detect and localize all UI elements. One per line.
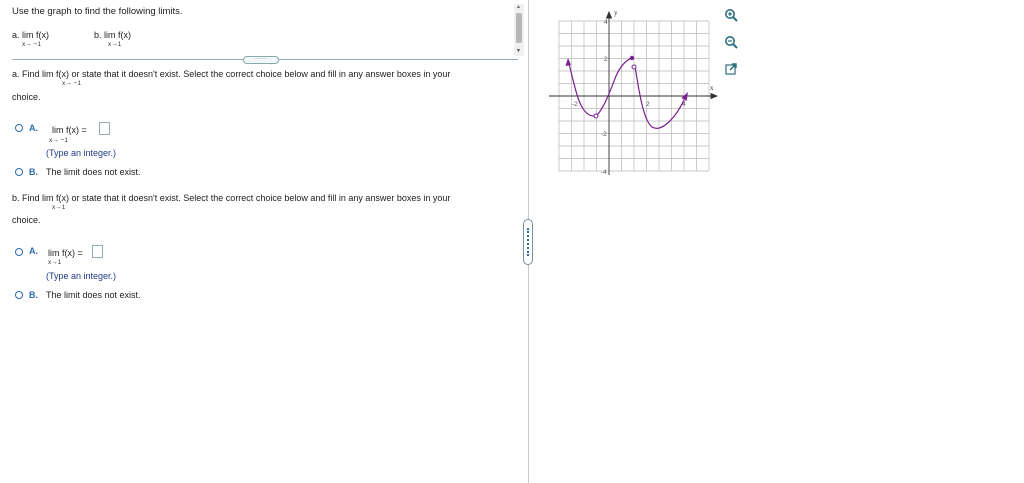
x-tick-neg2: -2 — [572, 101, 578, 108]
splitter-grip-icon — [527, 228, 531, 256]
graph-axes — [549, 10, 719, 175]
section-a-option-a-radio[interactable] — [15, 124, 23, 132]
section-b-option-b-text: The limit does not exist. — [46, 290, 141, 300]
question-prompt: Use the graph to find the following limi… — [12, 6, 183, 17]
section-a-option-b-text: The limit does not exist. — [46, 167, 141, 177]
y-tick-neg4: -4 — [601, 169, 607, 176]
expand-button[interactable]: ······ — [243, 56, 279, 64]
part-a-expression: lim f(x) — [22, 30, 50, 40]
part-b-expression: lim f(x) — [104, 30, 132, 40]
section-a-answer-box[interactable] — [99, 122, 110, 135]
part-b-subscript: x→1 — [108, 41, 122, 48]
section-a-option-b-radio[interactable] — [15, 168, 23, 176]
section-a-option-a-expression: lim f(x) = — [52, 125, 87, 135]
section-b-option-b-radio[interactable] — [15, 291, 23, 299]
closed-point — [629, 55, 635, 61]
section-b-option-a-subscript: x→1 — [48, 259, 62, 266]
scroll-down-icon[interactable]: ▼ — [516, 48, 521, 54]
section-b-choice-word: choice. — [12, 215, 41, 225]
open-point-right — [631, 64, 637, 70]
x-axis-label: x — [710, 84, 714, 92]
section-a-option-b-letter: B. — [29, 167, 38, 177]
part-a-heading: a. lim f(x) — [12, 30, 49, 40]
scroll-up-icon[interactable]: ▲ — [516, 4, 521, 10]
y-tick-neg2: -2 — [601, 131, 607, 138]
zoom-out-icon[interactable] — [724, 35, 738, 49]
x-tick-2: 2 — [646, 101, 650, 108]
y-tick-2: 2 — [604, 56, 608, 63]
curve-right-arrow-icon — [681, 92, 688, 101]
section-b-option-b-letter: B. — [29, 290, 38, 300]
zoom-in-icon[interactable] — [724, 8, 738, 22]
part-b-label: b. — [94, 30, 102, 40]
part-b-heading: b. lim f(x) — [94, 30, 131, 40]
section-b-subscript: x→1 — [52, 204, 66, 211]
part-a-subscript: x→ −1 — [22, 41, 41, 48]
splitter-handle[interactable] — [523, 219, 533, 265]
section-b-option-a-expression: lim f(x) = — [48, 248, 83, 258]
function-graph: y x 4 2 -2 -4 -2 2 4 — [549, 9, 719, 176]
section-a-subscript: x→ −1 — [62, 80, 81, 87]
curve-left-arrow-icon — [565, 58, 571, 66]
section-b-answer-hint: (Type an integer.) — [46, 271, 117, 281]
part-a-label: a. — [12, 30, 20, 40]
section-b-option-a-radio[interactable] — [15, 248, 23, 256]
section-a-question: a. Find lim f(x) or state that it doesn'… — [12, 69, 451, 79]
y-axis-label: y — [614, 9, 618, 17]
section-a-choice-word: choice. — [12, 92, 41, 102]
section-a-option-a-letter: A. — [29, 123, 38, 133]
section-a-answer-hint: (Type an integer.) — [46, 148, 117, 158]
header-scrollbar[interactable]: ▲ ▼ — [514, 4, 524, 56]
curve-right-branch — [634, 66, 685, 129]
section-b-option-a-letter: A. — [29, 246, 38, 256]
section-b-question: b. Find lim f(x) or state that it doesn'… — [12, 193, 451, 203]
section-b-answer-box[interactable] — [92, 245, 103, 258]
external-link-icon[interactable] — [724, 62, 738, 76]
curve-middle-branch — [596, 57, 633, 116]
header-scrollbar-thumb[interactable] — [516, 13, 522, 43]
section-a-option-a-subscript: x→ −1 — [49, 137, 68, 144]
y-tick-4: 4 — [604, 19, 608, 26]
